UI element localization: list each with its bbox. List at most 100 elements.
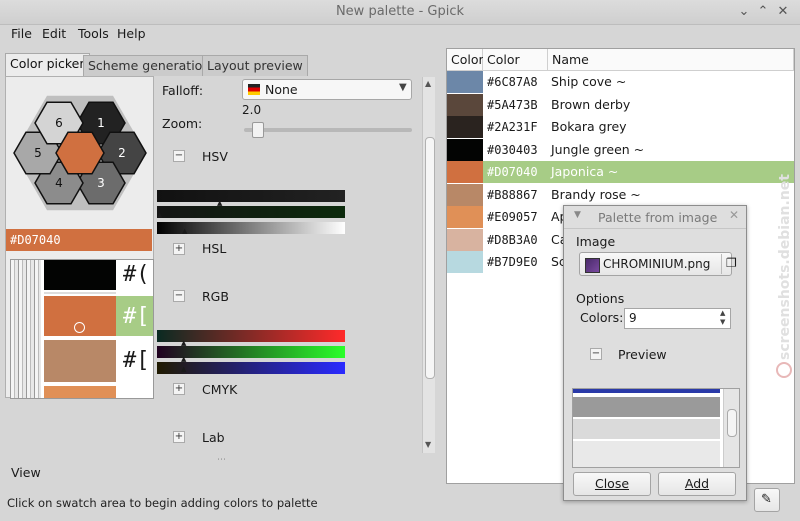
zoom-label: Zoom: [162,116,203,131]
image-file-chooser[interactable]: CHROMINIUM.png ❐ [579,252,737,276]
zoom-text-1: #( [123,262,150,287]
menu-bar: File Edit Tools Help [0,24,800,44]
image-file-name: CHROMINIUM.png [603,257,711,271]
title-bar: New palette - Gpick ⌄ ⌃ ✕ [0,0,800,25]
menu-tools[interactable]: Tools [78,26,109,41]
preview-scrollbar[interactable] [723,389,739,467]
zoomed-preview[interactable]: #( #[ #[ [10,259,154,399]
hsv-sat-marker: ▲ [157,211,163,219]
section-cmyk: CMYK [202,382,238,397]
palette-hex: #030403 [487,142,538,157]
menu-file[interactable]: File [11,26,32,41]
spin-up-icon[interactable]: ▲ [720,309,725,317]
zoom-slider-handle[interactable] [251,122,264,138]
swatch-hexagon-label: 4 [55,176,63,190]
dialog-close-icon[interactable]: ✕ [729,208,739,222]
hsv-hue-bar[interactable] [157,190,345,202]
palette-name: Japonica ~ [551,164,619,179]
dialog-menu-icon[interactable]: ▼ [574,210,581,220]
colors-spinner[interactable]: 9 ▲ ▼ [624,308,731,329]
preview-box[interactable] [572,388,740,468]
section-rgb: RGB [202,289,229,304]
palette-hex: #D07040 [487,165,538,179]
lab-expand-button[interactable]: + [173,431,185,443]
falloff-label: Falloff: [162,83,204,98]
palette-row[interactable]: #5A473B Brown derby [447,93,794,116]
palette-name: Jungle green ~ [551,141,645,157]
cmyk-expand-button[interactable]: + [173,383,185,395]
palette-swatch [447,116,483,138]
preview-stripe-light [573,419,720,439]
zoom-text-2: #[ [123,304,150,329]
options-label: Options [576,291,625,306]
falloff-dropdown[interactable]: None ▼ [242,79,412,100]
open-file-icon: ❐ [726,256,737,270]
close-button-label: Close [594,476,630,491]
watermark: screenshots.debian.net [776,174,793,378]
window-title: New palette - Gpick [335,4,465,19]
palette-row[interactable]: #6C87A8 Ship cove ~ [447,71,794,93]
palette-row[interactable]: #D07040 Japonica ~ [447,161,794,183]
add-button-label: Add [684,476,710,491]
preview-collapse-button[interactable]: − [590,348,602,360]
scroll-down-icon[interactable]: ▼ [425,440,431,449]
zoom-divider [44,292,116,294]
palette-row[interactable]: #030403 Jungle green ~ [447,138,794,161]
swatch-hexagons[interactable]: 1 2 3 4 5 6 [8,85,152,227]
zoom-swatch-brown [44,340,116,382]
menu-edit[interactable]: Edit [42,26,66,41]
header-name[interactable]: Name [548,49,794,71]
zoom-cursor-ring [74,322,85,333]
pane-grip-icon[interactable]: ⋯ [217,455,226,465]
palette-name: Brown derby [551,96,631,112]
swatch-hexagon-label: 6 [55,116,63,130]
swatch-hexagon-label: 1 [97,116,105,130]
palette-swatch [447,206,483,228]
dialog-title-bar[interactable]: ▼ Palette from image ✕ [564,206,746,229]
preview-label: Preview [618,347,667,362]
tab-layout-preview[interactable]: Layout preview [202,55,308,76]
tab-color-picker[interactable]: Color picker [5,53,90,76]
image-file-icon [585,258,600,273]
menu-help[interactable]: Help [117,26,146,41]
close-button[interactable]: Close [573,472,651,496]
zoom-slider-track[interactable] [244,128,412,132]
hsl-expand-button[interactable]: + [173,243,185,255]
preview-stripe-lighter [573,441,720,467]
hsv-collapse-button[interactable]: − [173,150,185,162]
zoom-stripes [11,260,41,398]
scroll-up-icon[interactable]: ▲ [425,79,431,88]
section-lab: Lab [202,430,225,445]
colors-value: 9 [629,311,637,325]
palette-name: Ship cove ~ [551,74,627,89]
minimize-button[interactable]: ⌄ [736,4,752,20]
spin-down-icon[interactable]: ▼ [720,318,725,326]
palette-row[interactable]: #B88867 Brandy rose ~ [447,183,794,206]
palette-swatch [447,71,483,93]
hsv-saturation-bar[interactable] [157,206,345,218]
swatch-hexagon-label: 5 [34,146,42,160]
current-color-field[interactable]: #D07040 [6,229,152,251]
swatch-hexagon-label: 2 [118,146,126,160]
palette-row[interactable]: #2A231F Bokara grey [447,116,794,138]
add-button[interactable]: Add [658,472,736,496]
palette-swatch [447,138,483,161]
view-label[interactable]: View [11,465,41,480]
scrollbar-thumb[interactable] [425,137,435,379]
palette-swatch [447,161,483,183]
palette-hex: #B7D9E0 [487,255,538,269]
tab-scheme-generation[interactable]: Scheme generation [83,55,216,76]
preview-scroll-thumb[interactable] [727,409,737,437]
eyedropper-button[interactable]: ✎ [754,488,780,512]
image-label: Image [576,234,616,249]
dialog-title: Palette from image [598,210,718,225]
rgb-blue-marker: ▲ [181,365,187,373]
maximize-button[interactable]: ⌃ [755,4,771,20]
rgb-collapse-button[interactable]: − [173,290,185,302]
header-color-swatch[interactable]: Color [447,49,484,71]
settings-scrollbar[interactable]: ▲ ▼ [422,77,435,453]
header-color-hex[interactable]: Color [483,49,548,71]
colors-label: Colors: [580,310,624,325]
hsv-hue-marker: ▲ [217,199,223,207]
close-window-button[interactable]: ✕ [775,4,791,20]
